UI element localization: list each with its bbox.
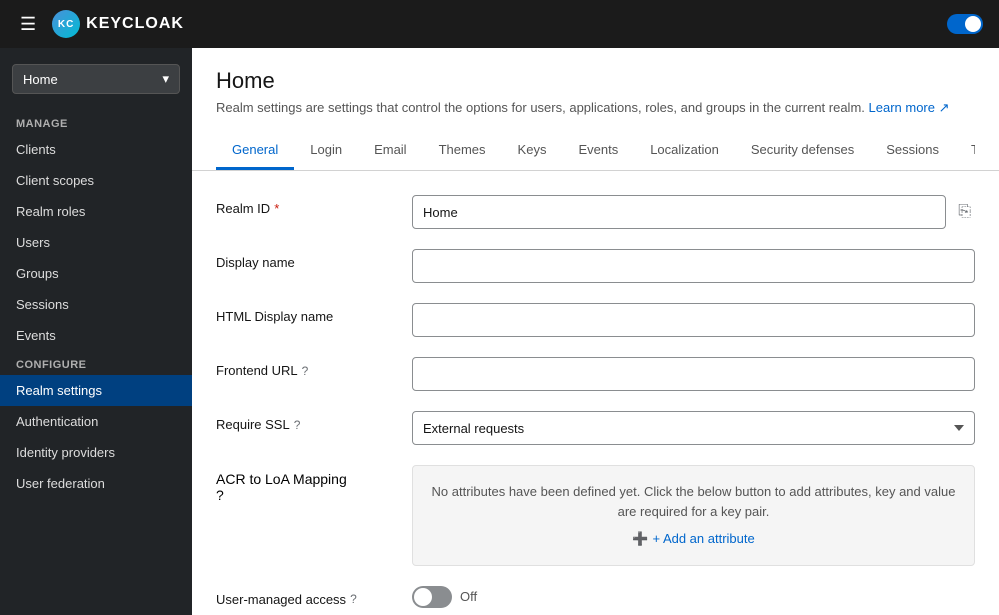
acr-control: No attributes have been defined yet. Cli…: [412, 465, 975, 566]
logo-icon: KC: [52, 10, 80, 38]
tab-email[interactable]: Email: [358, 132, 423, 170]
frontend-url-control: [412, 357, 975, 391]
require-ssl-select[interactable]: External requests None All requests: [412, 411, 975, 445]
user-managed-access-label: User-managed access ?: [216, 586, 396, 607]
sidebar-item-client-scopes-label: Client scopes: [16, 173, 94, 188]
sidebar-item-sessions[interactable]: Sessions: [0, 289, 192, 320]
sidebar-item-realm-settings[interactable]: Realm settings: [0, 375, 192, 406]
frontend-url-input[interactable]: [412, 357, 975, 391]
realm-id-control: ⎘: [412, 195, 975, 229]
acr-help-icon[interactable]: ?: [216, 487, 224, 503]
sidebar-item-user-federation[interactable]: User federation: [0, 468, 192, 499]
tab-keys[interactable]: Keys: [502, 132, 563, 170]
require-ssl-control: External requests None All requests: [412, 411, 975, 445]
page-title: Home: [216, 68, 975, 94]
page-subtitle-text: Realm settings are settings that control…: [216, 100, 865, 115]
sidebar-item-clients[interactable]: Clients: [0, 134, 192, 165]
hamburger-menu[interactable]: ☰: [16, 10, 40, 39]
realm-id-label: Realm ID *: [216, 195, 396, 216]
html-display-name-control: [412, 303, 975, 337]
form-area: Realm ID * ⎘ Display name: [192, 171, 999, 615]
configure-section-label: Configure: [0, 351, 192, 375]
frontend-url-help-icon[interactable]: ?: [302, 364, 309, 378]
tab-security-defenses[interactable]: Security defenses: [735, 132, 870, 170]
realm-select[interactable]: Home ▾: [12, 64, 180, 94]
realm-select-label: Home: [23, 72, 58, 87]
sidebar-item-events-label: Events: [16, 328, 56, 343]
tab-general[interactable]: General: [216, 132, 294, 170]
frontend-url-row: Frontend URL ?: [216, 357, 975, 391]
navbar-right: [947, 14, 983, 34]
acr-mapping-row: ACR to LoA Mapping ? No attributes have …: [216, 465, 975, 566]
acr-label-wrap: ACR to LoA Mapping ?: [216, 465, 396, 503]
require-ssl-label: Require SSL ?: [216, 411, 396, 432]
require-ssl-row: Require SSL ? External requests None All…: [216, 411, 975, 445]
tabs-bar: General Login Email Themes Keys Events L…: [216, 132, 975, 170]
toggle-wrap: Off: [412, 586, 477, 608]
add-attribute-label: + Add an attribute: [652, 529, 754, 549]
tab-themes[interactable]: Themes: [423, 132, 502, 170]
sidebar-item-authentication-label: Authentication: [16, 414, 98, 429]
tab-localization[interactable]: Localization: [634, 132, 735, 170]
logo-text: KEYCLOAK: [86, 15, 184, 33]
sidebar-item-realm-roles[interactable]: Realm roles: [0, 196, 192, 227]
realm-id-row: Realm ID * ⎘: [216, 195, 975, 229]
sidebar-item-users-label: Users: [16, 235, 50, 250]
sidebar-item-realm-roles-label: Realm roles: [16, 204, 85, 219]
acr-label: ACR to LoA Mapping: [216, 471, 347, 487]
sidebar: Home ▾ Manage Clients Client scopes Real…: [0, 48, 192, 615]
navbar: ☰ KC KEYCLOAK: [0, 0, 999, 48]
content-area: Home Realm settings are settings that co…: [192, 48, 999, 615]
navbar-toggle[interactable]: [947, 14, 983, 34]
add-icon: ➕: [632, 529, 648, 549]
sidebar-item-authentication[interactable]: Authentication: [0, 406, 192, 437]
main-layout: Home ▾ Manage Clients Client scopes Real…: [0, 48, 999, 615]
add-attribute-link[interactable]: ➕ + Add an attribute: [632, 529, 754, 549]
sidebar-item-clients-label: Clients: [16, 142, 56, 157]
realm-id-input[interactable]: [412, 195, 946, 229]
copy-icon[interactable]: ⎘: [954, 199, 975, 225]
display-name-input[interactable]: [412, 249, 975, 283]
page-subtitle: Realm settings are settings that control…: [216, 100, 975, 116]
user-managed-access-help-icon[interactable]: ?: [350, 592, 357, 606]
display-name-row: Display name: [216, 249, 975, 283]
sidebar-item-events[interactable]: Events: [0, 320, 192, 351]
manage-section-label: Manage: [0, 110, 192, 134]
user-managed-access-row: User-managed access ? Off: [216, 586, 975, 608]
realm-id-required: *: [274, 201, 279, 216]
require-ssl-help-icon[interactable]: ?: [294, 418, 301, 432]
sidebar-item-realm-settings-label: Realm settings: [16, 383, 102, 398]
page-header: Home Realm settings are settings that co…: [192, 48, 999, 171]
acr-empty-text: No attributes have been defined yet. Cli…: [429, 482, 958, 521]
sidebar-item-groups-label: Groups: [16, 266, 59, 281]
sidebar-item-user-federation-label: User federation: [16, 476, 105, 491]
sidebar-item-client-scopes[interactable]: Client scopes: [0, 165, 192, 196]
frontend-url-label: Frontend URL ?: [216, 357, 396, 378]
tab-login[interactable]: Login: [294, 132, 358, 170]
sidebar-item-identity-providers[interactable]: Identity providers: [0, 437, 192, 468]
user-managed-access-control: Off: [412, 586, 975, 608]
tab-events[interactable]: Events: [562, 132, 634, 170]
html-display-name-label: HTML Display name: [216, 303, 396, 324]
realm-select-arrow: ▾: [162, 71, 169, 87]
tab-tokens[interactable]: Tokens: [955, 132, 975, 170]
tab-sessions[interactable]: Sessions: [870, 132, 955, 170]
html-display-name-row: HTML Display name: [216, 303, 975, 337]
logo: KC KEYCLOAK: [52, 10, 184, 38]
sidebar-item-sessions-label: Sessions: [16, 297, 69, 312]
sidebar-item-users[interactable]: Users: [0, 227, 192, 258]
learn-more-link[interactable]: Learn more ↗: [869, 100, 950, 115]
html-display-name-input[interactable]: [412, 303, 975, 337]
display-name-label: Display name: [216, 249, 396, 270]
sidebar-item-identity-providers-label: Identity providers: [16, 445, 115, 460]
user-managed-access-toggle[interactable]: [412, 586, 452, 608]
toggle-label: Off: [460, 589, 477, 604]
display-name-control: [412, 249, 975, 283]
acr-info-box: No attributes have been defined yet. Cli…: [412, 465, 975, 566]
sidebar-item-groups[interactable]: Groups: [0, 258, 192, 289]
